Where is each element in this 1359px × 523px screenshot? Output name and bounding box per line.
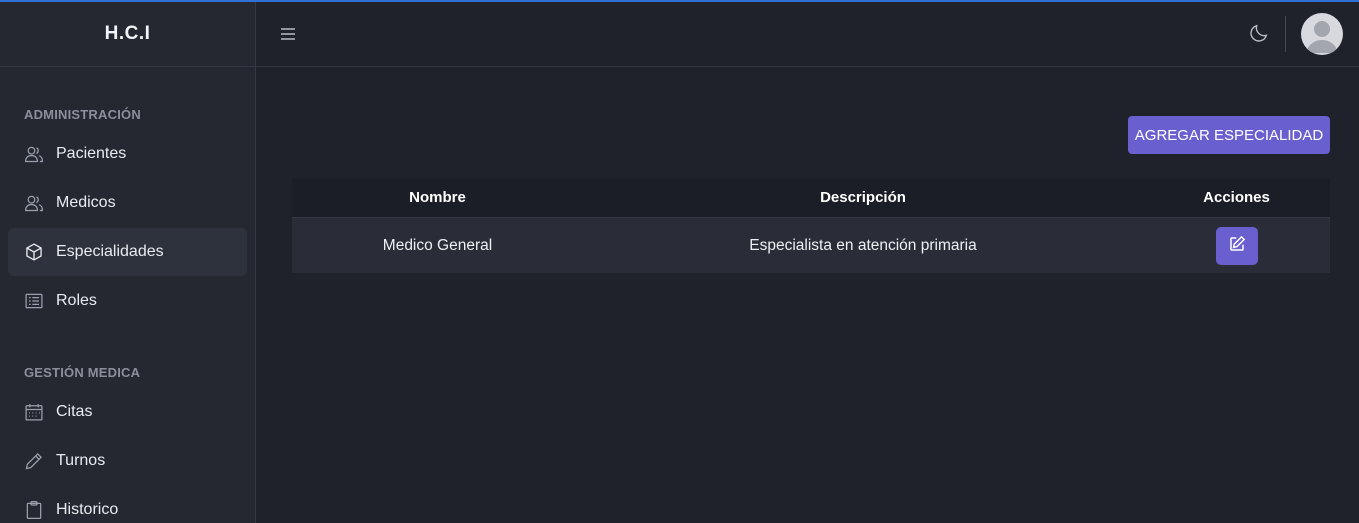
cell-nombre: Medico General [382,236,493,254]
moon-icon[interactable] [1248,22,1270,44]
list-icon [24,291,44,311]
clipboard-icon [24,500,44,520]
sidebar-item-label: Turnos [56,452,106,469]
column-header-nombre[interactable]: Nombre [292,189,583,206]
column-header-descripcion[interactable]: Descripción [583,189,1143,206]
sidebar-item-label: Roles [56,292,97,309]
sidebar-item-especialidades[interactable]: Especialidades [8,228,247,276]
header-divider [1285,16,1286,52]
table-row: Medico General Especialista en atención … [292,218,1330,273]
hamburger-icon[interactable] [280,24,296,44]
users-icon [24,144,44,164]
sidebar-item-turnos[interactable]: Turnos [8,437,247,485]
sidebar-item-historico[interactable]: Historico [8,486,247,523]
sidebar-item-label: Especialidades [56,243,164,260]
cell-descripcion: Especialista en atención primaria [749,236,977,254]
sidebar: H.C.I ADMINISTRACIÓN Pacientes Medicos E… [0,2,256,523]
column-header-acciones: Acciones [1203,189,1270,206]
calendar-icon [24,402,44,422]
sidebar-item-medicos[interactable]: Medicos [8,179,247,227]
sidebar-item-label: Citas [56,403,93,420]
sidebar-item-label: Pacientes [56,145,127,162]
especialidades-table: Nombre Descripción Acciones Medico Gener… [292,178,1330,273]
section-title-gestion-medica: GESTIÓN MEDICA [24,365,141,380]
sidebar-item-citas[interactable]: Citas [8,388,247,436]
sidebar-item-label: Historico [56,501,119,518]
pencil-icon [24,451,44,471]
users-icon [24,193,44,213]
edit-button[interactable] [1215,226,1258,265]
brand-logo[interactable]: H.C.I [0,2,255,67]
hexagon-icon [24,242,44,262]
sidebar-item-pacientes[interactable]: Pacientes [8,130,247,178]
top-header [256,2,1359,67]
table-header: Nombre Descripción Acciones [292,178,1330,218]
section-title-administracion: ADMINISTRACIÓN [24,107,141,122]
cell-acciones [1143,226,1330,265]
add-especialidad-button[interactable]: AGREGAR ESPECIALIDAD [1128,116,1330,154]
edit-icon [1228,235,1246,256]
user-avatar-icon[interactable] [1301,13,1343,55]
sidebar-item-label: Medicos [56,194,116,211]
sidebar-item-roles[interactable]: Roles [8,277,247,325]
